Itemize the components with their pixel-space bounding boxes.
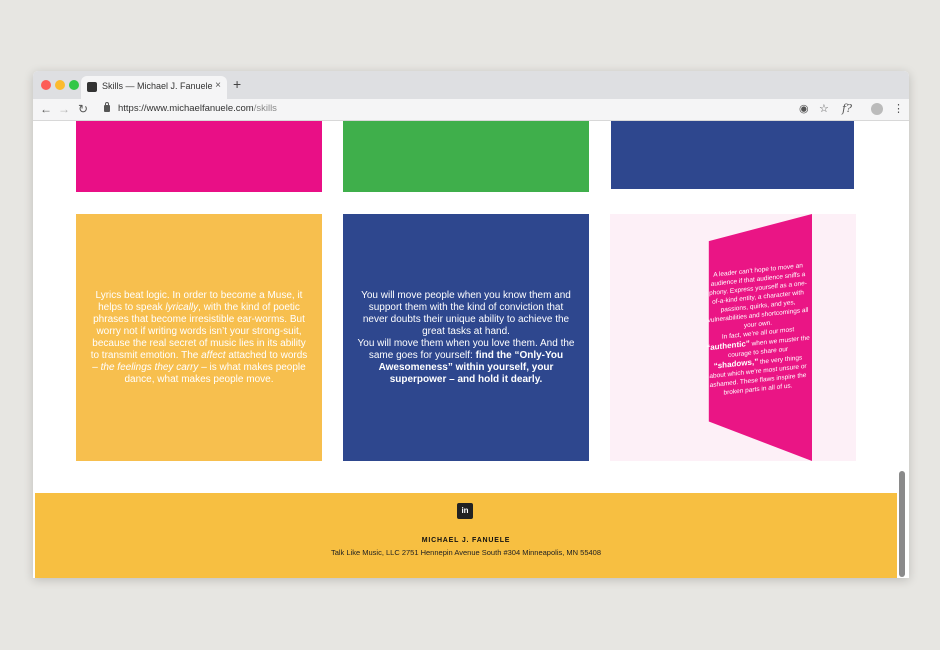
- browser-menu-icon[interactable]: ⋮: [893, 102, 904, 116]
- new-tab-button[interactable]: +: [233, 77, 241, 91]
- extension-icon[interactable]: ◉: [799, 102, 809, 116]
- lyrics-text: Lyrics beat logic. In order to become a …: [90, 289, 308, 385]
- lock-icon: [104, 102, 110, 112]
- navy-card: [611, 121, 854, 189]
- linkedin-icon[interactable]: in: [457, 503, 473, 519]
- conviction-text: You will move people when you know them …: [357, 289, 575, 385]
- close-window-button[interactable]: [41, 80, 51, 90]
- lyrics-card: Lyrics beat logic. In order to become a …: [76, 214, 322, 461]
- minimize-window-button[interactable]: [55, 80, 65, 90]
- url-host: https://www.michaelfanuele.com: [118, 103, 254, 114]
- zoom-window-button[interactable]: [69, 80, 79, 90]
- footer-address: Talk Like Music, LLC 2751 Hennepin Avenu…: [330, 548, 602, 557]
- footer-name: MICHAEL J. FANUELE: [421, 537, 511, 544]
- favicon-icon: [87, 82, 97, 92]
- back-button[interactable]: ←: [40, 102, 52, 116]
- pink-card: [76, 121, 322, 192]
- page-viewport: Lyrics beat logic. In order to become a …: [33, 121, 909, 578]
- browser-window: Skills — Michael J. Fanuele × + ← → ↻ ht…: [33, 71, 909, 578]
- tab-bar: Skills — Michael J. Fanuele × +: [33, 71, 909, 99]
- authenticity-card: A leader can’t hope to move an audience …: [610, 214, 856, 461]
- scrollbar[interactable]: [899, 471, 905, 577]
- font-extension-icon[interactable]: f?: [842, 102, 852, 116]
- green-card: [343, 121, 589, 192]
- address-bar[interactable]: https://www.michaelfanuele.com/skills: [118, 103, 277, 114]
- tab-title: Skills — Michael J. Fanuele: [102, 81, 213, 91]
- browser-toolbar: ← → ↻ https://www.michaelfanuele.com/ski…: [33, 99, 909, 121]
- bookmark-star-icon[interactable]: ☆: [819, 102, 829, 116]
- close-tab-icon[interactable]: ×: [215, 80, 221, 91]
- site-footer: in MICHAEL J. FANUELE Talk Like Music, L…: [35, 493, 897, 578]
- tab-skills[interactable]: Skills — Michael J. Fanuele ×: [81, 76, 227, 99]
- forward-button[interactable]: →: [58, 102, 70, 116]
- profile-avatar[interactable]: [871, 103, 883, 115]
- url-path: /skills: [253, 103, 277, 114]
- authenticity-text: A leader can’t hope to move an audience …: [706, 262, 810, 397]
- reload-button[interactable]: ↻: [78, 102, 88, 116]
- conviction-card: You will move people when you know them …: [343, 214, 589, 461]
